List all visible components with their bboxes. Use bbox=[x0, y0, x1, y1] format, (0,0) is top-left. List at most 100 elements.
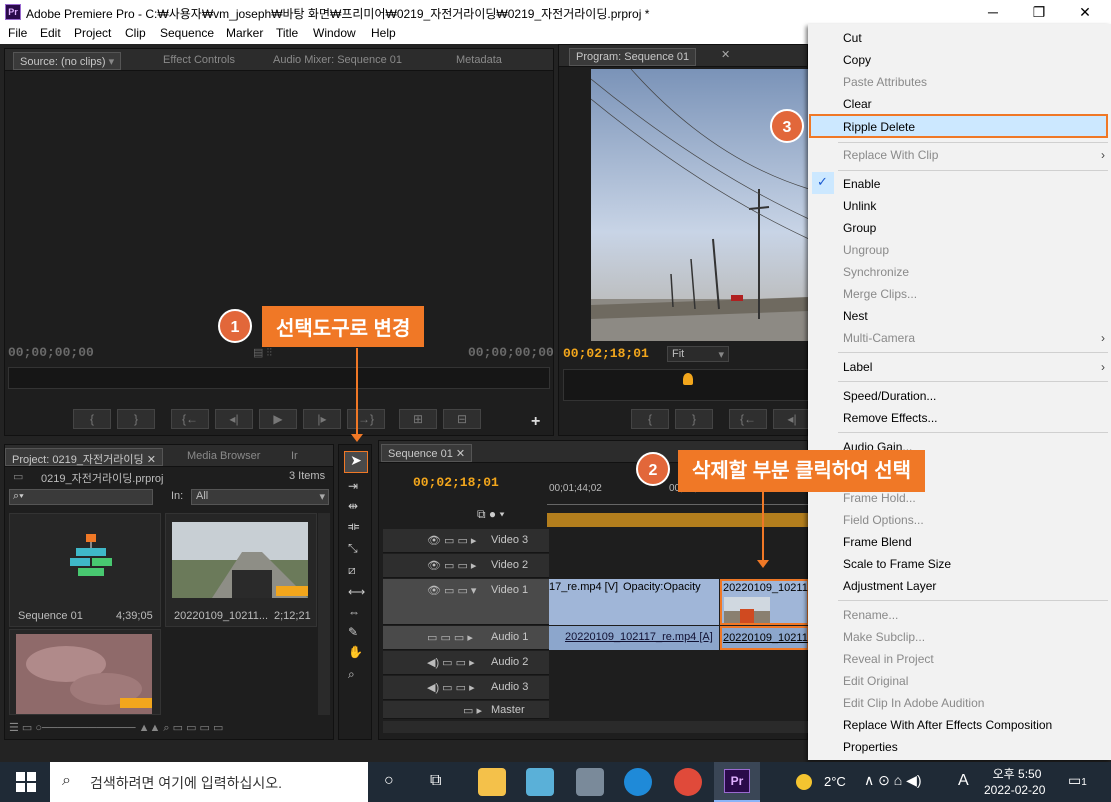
menu-item-speed-duration[interactable]: Speed/Duration... bbox=[843, 389, 936, 403]
taskbar-search-box[interactable]: ⌕ 검색하려면 여기에 입력하십시오. bbox=[50, 762, 368, 802]
snap-icon[interactable]: ⧉ ● ▾ bbox=[477, 507, 505, 522]
tab-sequence[interactable]: Sequence 01 ✕ bbox=[381, 444, 473, 462]
prog-go-to-in-button[interactable]: {← bbox=[729, 409, 767, 429]
ripple-edit-tool-icon[interactable]: ⇹ bbox=[348, 499, 358, 513]
timeline-scrollbar[interactable] bbox=[383, 721, 809, 733]
selection-tool-icon[interactable]: ➤ bbox=[344, 451, 368, 473]
menu-window[interactable]: Window bbox=[313, 26, 356, 40]
menu-file[interactable]: File bbox=[8, 26, 27, 40]
edge-icon[interactable] bbox=[624, 768, 652, 796]
close-tab-icon[interactable]: ✕ bbox=[721, 48, 730, 61]
maximize-button[interactable]: ❐ bbox=[1016, 2, 1062, 22]
clock-time[interactable]: 오후 5:50 bbox=[990, 765, 1044, 782]
task-view-icon[interactable]: ⧉ bbox=[430, 772, 441, 790]
project-scrollbar[interactable] bbox=[318, 513, 330, 715]
cortana-icon[interactable]: ○ bbox=[384, 772, 394, 790]
premiere-taskbar-button[interactable]: Pr bbox=[714, 762, 760, 802]
step-back-button[interactable]: ◂| bbox=[215, 409, 253, 429]
clip-video-1-left[interactable]: 17_re.mp4 [V] Opacity:Opacity bbox=[549, 579, 719, 625]
menu-item-make-subclip[interactable]: Make Subclip... bbox=[843, 630, 925, 644]
menu-item-frame-hold[interactable]: Frame Hold... bbox=[843, 491, 916, 505]
go-to-in-button[interactable]: {← bbox=[171, 409, 209, 429]
menu-item-unlink[interactable]: Unlink bbox=[843, 199, 876, 213]
rate-stretch-tool-icon[interactable]: ⤡ bbox=[348, 541, 358, 556]
tab-audio-mixer[interactable]: Audio Mixer: Sequence 01 bbox=[267, 52, 408, 70]
tab-source[interactable]: Source: (no clips) ▾ bbox=[13, 52, 122, 70]
menu-item-multi-camera[interactable]: Multi-Camera › bbox=[843, 331, 1105, 345]
clip-audio-1-left[interactable]: 20220109_102117_re.mp4 [A] bbox=[549, 626, 719, 650]
in-dropdown[interactable]: All ▾ bbox=[191, 489, 329, 505]
prog-mark-in-button[interactable]: { bbox=[631, 409, 669, 429]
clock-date[interactable]: 2022-02-20 bbox=[984, 783, 1045, 797]
menu-edit[interactable]: Edit bbox=[40, 26, 61, 40]
prog-step-back-button[interactable]: ◂| bbox=[773, 409, 811, 429]
chrome-icon[interactable] bbox=[674, 768, 702, 796]
menu-marker[interactable]: Marker bbox=[226, 26, 263, 40]
weather-sun-icon[interactable] bbox=[796, 774, 812, 790]
menu-item-copy[interactable]: Copy bbox=[843, 53, 871, 67]
project-item-clip-2[interactable] bbox=[9, 629, 161, 715]
step-forward-button[interactable]: |▸ bbox=[303, 409, 341, 429]
clip-audio-1-selected[interactable]: 20220109_10211 bbox=[720, 626, 809, 650]
menu-item-cut[interactable]: Cut bbox=[843, 31, 862, 45]
menu-item-replace-with-clip[interactable]: Replace With Clip › bbox=[843, 148, 1105, 162]
menu-item-nest[interactable]: Nest bbox=[843, 309, 868, 323]
menu-item-edit-clip-audition[interactable]: Edit Clip In Adobe Audition bbox=[843, 696, 984, 710]
fit-dropdown[interactable]: Fit ▾ bbox=[667, 346, 729, 362]
razor-tool-icon[interactable]: ⧄ bbox=[348, 563, 356, 578]
overwrite-button[interactable]: ⊟ bbox=[443, 409, 481, 429]
weather-temp[interactable]: 2°C bbox=[824, 774, 846, 789]
menu-item-edit-original[interactable]: Edit Original bbox=[843, 674, 908, 688]
insert-button[interactable]: ⊞ bbox=[399, 409, 437, 429]
add-button-icon[interactable]: + bbox=[531, 413, 540, 431]
tray-icons[interactable]: ∧ ⊙ ⌂ ◀) bbox=[864, 772, 922, 789]
menu-item-properties[interactable]: Properties bbox=[843, 740, 898, 754]
tab-effect-controls[interactable]: Effect Controls bbox=[157, 52, 241, 70]
mark-in-button[interactable]: { bbox=[73, 409, 111, 429]
menu-item-enable[interactable]: Enable bbox=[843, 177, 880, 191]
go-to-out-button[interactable]: →} bbox=[347, 409, 385, 429]
menu-item-rename[interactable]: Rename... bbox=[843, 608, 898, 622]
menu-item-ripple-delete[interactable]: Ripple Delete bbox=[809, 114, 1108, 138]
minimize-button[interactable]: ─ bbox=[970, 2, 1016, 22]
notification-icon[interactable]: ▭1 bbox=[1068, 772, 1087, 789]
source-scrub-bar[interactable] bbox=[8, 367, 550, 389]
time-ruler[interactable] bbox=[547, 497, 809, 505]
menu-help[interactable]: Help bbox=[371, 26, 396, 40]
playhead-icon[interactable] bbox=[683, 373, 693, 385]
play-button[interactable]: ▶ bbox=[259, 409, 297, 429]
tab-project[interactable]: Project: 0219_자전거라이딩 ✕ bbox=[5, 448, 163, 466]
prog-mark-out-button[interactable]: } bbox=[675, 409, 713, 429]
project-item-clip[interactable]: 20220109_10211... 2;12;21 bbox=[165, 513, 317, 627]
menu-sequence[interactable]: Sequence bbox=[160, 26, 214, 40]
menu-item-field-options[interactable]: Field Options... bbox=[843, 513, 924, 527]
menu-item-scale-to-frame-size[interactable]: Scale to Frame Size bbox=[843, 557, 951, 571]
close-button[interactable]: ✕ bbox=[1062, 2, 1108, 22]
menu-project[interactable]: Project bbox=[74, 26, 111, 40]
menu-item-paste-attributes[interactable]: Paste Attributes bbox=[843, 75, 927, 89]
work-area-bar[interactable] bbox=[547, 513, 809, 527]
slide-tool-icon[interactable]: ⇔ bbox=[348, 605, 360, 619]
project-search-input[interactable]: ⌕▾ bbox=[9, 489, 153, 505]
hand-tool-icon[interactable]: ✋ bbox=[348, 645, 363, 659]
slip-tool-icon[interactable]: ⟷ bbox=[348, 585, 365, 599]
zoom-tool-icon[interactable]: ⌕ bbox=[348, 667, 355, 682]
notepad-icon[interactable] bbox=[526, 768, 554, 796]
menu-item-clear[interactable]: Clear bbox=[843, 97, 872, 111]
menu-item-label[interactable]: Label › bbox=[843, 360, 1105, 374]
rolling-edit-tool-icon[interactable]: ⟚ bbox=[348, 519, 359, 534]
menu-item-group[interactable]: Group bbox=[843, 221, 876, 235]
menu-item-merge-clips[interactable]: Merge Clips... bbox=[843, 287, 917, 301]
tab-metadata[interactable]: Metadata bbox=[450, 52, 508, 70]
mark-out-button[interactable]: } bbox=[117, 409, 155, 429]
clip-video-1-selected[interactable]: 20220109_10211 bbox=[720, 579, 809, 625]
pen-tool-icon[interactable]: ✎ bbox=[348, 625, 358, 639]
menu-item-frame-blend[interactable]: Frame Blend bbox=[843, 535, 912, 549]
menu-clip[interactable]: Clip bbox=[125, 26, 146, 40]
menu-item-adjustment-layer[interactable]: Adjustment Layer bbox=[843, 579, 936, 593]
menu-item-remove-effects[interactable]: Remove Effects... bbox=[843, 411, 937, 425]
menu-item-ungroup[interactable]: Ungroup bbox=[843, 243, 889, 257]
project-item-sequence[interactable]: Sequence 01 4;39;05 bbox=[9, 513, 161, 627]
menu-item-replace-after-effects[interactable]: Replace With After Effects Composition bbox=[843, 718, 1052, 732]
ime-indicator[interactable]: A bbox=[958, 772, 969, 790]
